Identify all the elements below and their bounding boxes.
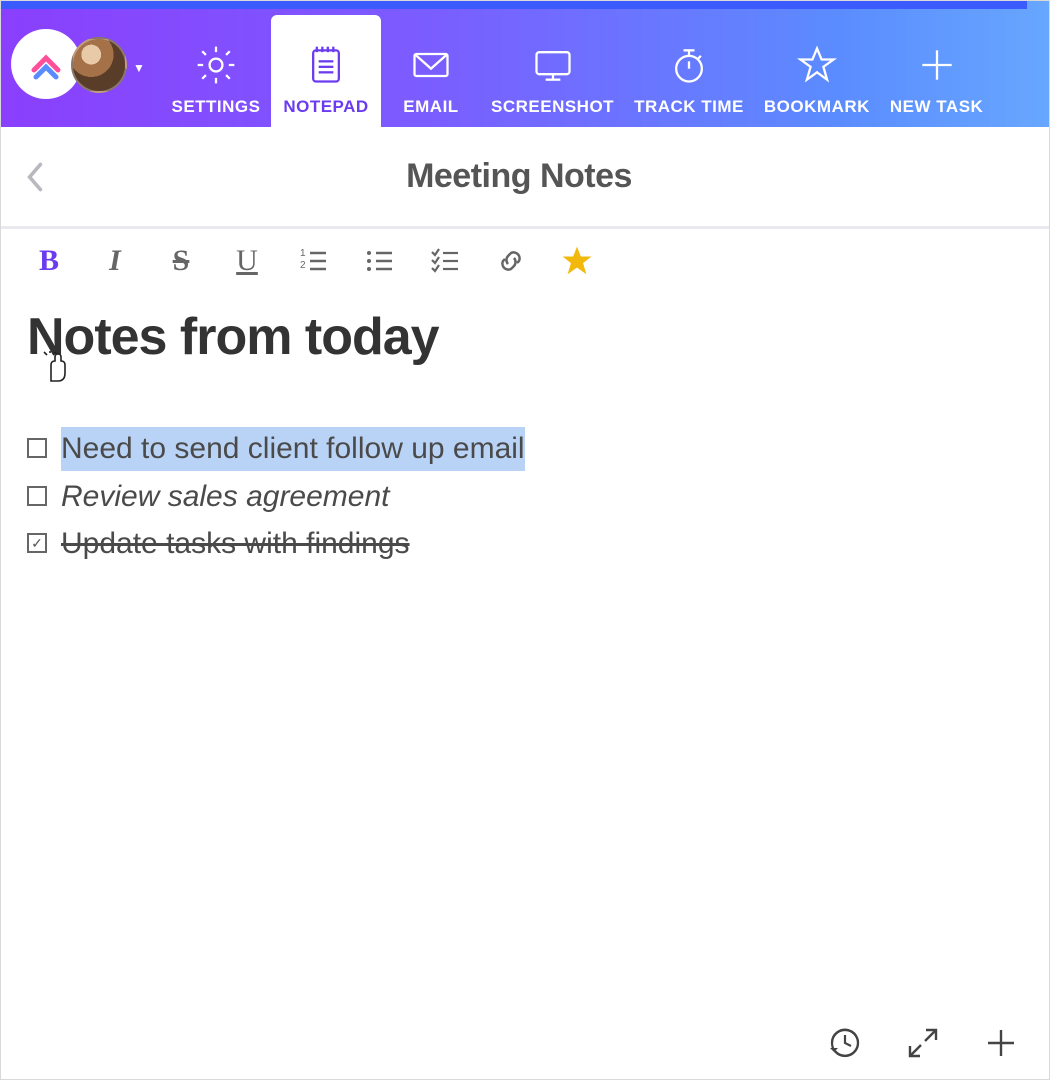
nav-email[interactable]: EMAIL [381,15,481,127]
nav-label: BOOKMARK [764,97,870,117]
link-icon [496,246,526,276]
nav-bookmark[interactable]: BOOKMARK [754,15,880,127]
bullet-list-icon [364,246,394,276]
bullet-list-button[interactable] [361,243,397,279]
brand-area: ▼ [1,1,161,127]
user-avatar[interactable] [71,37,127,93]
check-item-text[interactable]: Need to send client follow up email [61,427,525,471]
nav-settings[interactable]: SETTINGS [161,15,271,127]
nav-track-time[interactable]: TRACK TIME [624,15,754,127]
star-filled-icon [562,246,592,276]
monitor-icon [531,43,575,87]
app-root: ▼ SETTINGS [0,0,1050,1080]
checklist-button[interactable] [427,243,463,279]
ordered-list-button[interactable]: 1 2 [295,243,331,279]
editor-area[interactable]: Notes from today Need to send client fol… [1,293,1049,1079]
favorite-button[interactable] [559,243,595,279]
page-title: Meeting Notes [9,157,1029,196]
svg-text:2: 2 [300,260,306,271]
notepad-icon [304,43,348,87]
checklist[interactable]: Need to send client follow up email Revi… [27,427,1023,566]
nav-label: SCREENSHOT [491,97,614,117]
clickup-logo-icon [26,44,66,84]
gear-icon [194,43,238,87]
bottom-actions [827,1025,1019,1061]
note-heading[interactable]: Notes from today [27,307,1023,367]
nav-notepad[interactable]: NOTEPAD [271,15,381,127]
nav-new-task[interactable]: NEW TASK [880,15,993,127]
top-nav: ▼ SETTINGS [1,1,1049,127]
stopwatch-icon [667,43,711,87]
underline-button[interactable]: U [229,243,265,279]
star-icon [795,43,839,87]
history-button[interactable] [827,1025,863,1061]
nav-label: EMAIL [403,97,458,117]
check-item[interactable]: ✓ Update tasks with findings [27,522,1023,566]
link-button[interactable] [493,243,529,279]
format-toolbar: B I S U 1 2 [1,229,1049,293]
nav-items: SETTINGS NOTEPAD [161,1,993,127]
strikethrough-button[interactable]: S [163,243,199,279]
italic-button[interactable]: I [97,243,133,279]
checkbox-unchecked-icon[interactable] [27,486,47,506]
expand-button[interactable] [905,1025,941,1061]
add-button[interactable] [983,1025,1019,1061]
checkbox-unchecked-icon[interactable] [27,438,47,458]
avatar-dropdown-caret[interactable]: ▼ [133,61,145,75]
ordered-list-icon: 1 2 [298,246,328,276]
check-item[interactable]: Review sales agreement [27,475,1023,519]
nav-label: NEW TASK [890,97,983,117]
nav-label: TRACK TIME [634,97,744,117]
titlebar: Meeting Notes [1,127,1049,229]
nav-label: SETTINGS [171,97,260,117]
expand-icon [906,1026,940,1060]
check-item-text[interactable]: Update tasks with findings [61,522,410,566]
nav-label: NOTEPAD [283,97,368,117]
envelope-icon [409,43,453,87]
check-item[interactable]: Need to send client follow up email [27,427,1023,471]
checklist-icon [430,246,460,276]
plus-icon [915,43,959,87]
history-icon [828,1026,862,1060]
checkbox-checked-icon[interactable]: ✓ [27,533,47,553]
nav-screenshot[interactable]: SCREENSHOT [481,15,624,127]
check-item-text[interactable]: Review sales agreement [61,475,390,519]
svg-text:1: 1 [300,248,306,259]
plus-icon [984,1026,1018,1060]
bold-button[interactable]: B [31,243,67,279]
